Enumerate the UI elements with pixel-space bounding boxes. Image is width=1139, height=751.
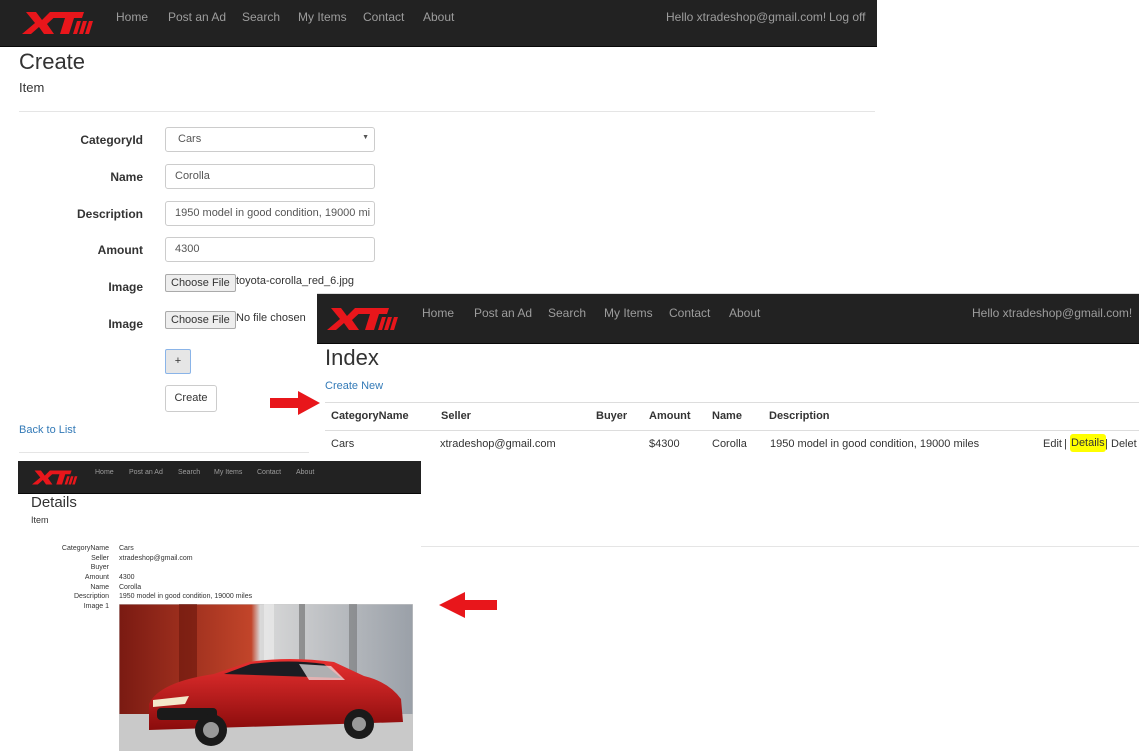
details-link[interactable]: Details [1070, 434, 1106, 452]
delete-link[interactable]: Delet [1111, 438, 1137, 450]
detail-label-description: Description [73, 593, 109, 600]
nav-about[interactable]: About [423, 10, 454, 24]
file-name-1: toyota-corolla_red_6.jpg [236, 275, 355, 287]
detail-label-category: CategoryName [61, 545, 109, 552]
choose-file-button-1[interactable]: Choose File [165, 274, 236, 292]
separator: | [1064, 438, 1067, 450]
create-subtitle: Item [19, 80, 45, 95]
choose-file-button-2[interactable]: Choose File [165, 311, 236, 329]
detail-value-name: Corolla [119, 584, 142, 591]
header-categoryname: CategoryName [331, 410, 409, 422]
nav-hello[interactable]: Hello xtradeshop@gmail.com! [666, 10, 826, 24]
chevron-down-icon: ▼ [362, 134, 369, 141]
car-photo [119, 604, 413, 751]
details-subtitle: Item [31, 515, 49, 525]
image-label-1: Image [108, 280, 143, 294]
create-submit-button[interactable]: Create [165, 385, 217, 412]
nav-my-items[interactable]: My Items [604, 306, 653, 320]
detail-label-seller: Seller [91, 555, 109, 562]
category-label: CategoryId [80, 133, 143, 147]
nav-logoff[interactable]: Log off [829, 10, 865, 24]
detail-label-buyer: Buyer [90, 564, 109, 571]
header-name: Name [712, 410, 742, 422]
file-name-2: No file chosen [236, 312, 306, 324]
create-title: Create [19, 49, 86, 74]
amount-input[interactable]: 4300 [165, 237, 375, 262]
category-selected-value: Cars [178, 133, 202, 145]
details-panel: Home Post an Ad Search My Items Contact … [18, 461, 421, 751]
description-input[interactable]: 1950 model in good condition, 19000 mi [165, 201, 375, 226]
detail-value-description: 1950 model in good condition, 19000 mile… [119, 593, 253, 600]
nav-post-ad[interactable]: Post an Ad [129, 469, 163, 476]
nav-about[interactable]: About [296, 469, 314, 476]
xt-logo[interactable] [327, 305, 399, 333]
arrow-left-icon [439, 592, 497, 618]
separator: | [1105, 438, 1108, 450]
nav-home[interactable]: Home [95, 469, 114, 476]
nav-hello[interactable]: Hello xtradeshop@gmail.com! [972, 306, 1132, 320]
amount-label: Amount [97, 243, 143, 257]
create-navbar: Home Post an Ad Search My Items Contact … [0, 0, 877, 47]
nav-contact[interactable]: Contact [363, 10, 404, 24]
create-divider [19, 111, 875, 112]
nav-post-ad[interactable]: Post an Ad [474, 306, 532, 320]
nav-contact[interactable]: Contact [257, 469, 281, 476]
detail-label-amount: Amount [84, 574, 109, 581]
header-amount: Amount [649, 410, 691, 422]
name-label: Name [110, 170, 143, 184]
detail-label-name: Name [90, 584, 109, 591]
nav-about[interactable]: About [729, 306, 760, 320]
description-label: Description [76, 207, 143, 221]
cell-name: Corolla [712, 438, 747, 450]
table-header-border [325, 430, 1139, 431]
index-navbar: Home Post an Ad Search My Items Contact … [317, 294, 1139, 344]
detail-value-category: Cars [119, 545, 134, 552]
image-label-2: Image [108, 317, 143, 331]
cell-amount: $4300 [649, 438, 680, 450]
header-description: Description [769, 410, 830, 422]
nav-search[interactable]: Search [548, 306, 586, 320]
index-panel: Home Post an Ad Search My Items Contact … [317, 293, 1139, 551]
details-navbar: Home Post an Ad Search My Items Contact … [18, 461, 421, 494]
edit-link[interactable]: Edit [1043, 438, 1062, 450]
cell-seller[interactable]: xtradeshop@gmail.com [440, 438, 556, 450]
nav-my-items[interactable]: My Items [214, 469, 242, 476]
nav-home[interactable]: Home [422, 306, 454, 320]
detail-label-image: Image 1 [83, 603, 109, 610]
arrow-right-icon [270, 391, 320, 415]
nav-contact[interactable]: Contact [669, 306, 710, 320]
detail-value-seller[interactable]: xtradeshop@gmail.com [119, 555, 193, 562]
back-to-list-link[interactable]: Back to List [19, 424, 76, 436]
nav-post-ad[interactable]: Post an Ad [168, 10, 226, 24]
category-select[interactable]: Cars ▼ [165, 127, 375, 152]
name-input[interactable]: Corolla [165, 164, 375, 189]
create-footer-divider [19, 452, 309, 453]
index-footer-divider [325, 546, 1139, 547]
cell-description: 1950 model in good condition, 19000 mile… [770, 438, 980, 450]
detail-value-amount: 4300 [119, 574, 135, 581]
create-new-link[interactable]: Create New [325, 380, 383, 392]
header-seller: Seller [441, 410, 471, 422]
xt-logo[interactable] [32, 468, 78, 487]
nav-home[interactable]: Home [116, 10, 148, 24]
cell-category: Cars [331, 438, 355, 450]
details-title: Details [31, 494, 77, 511]
index-title: Index [325, 345, 379, 370]
add-image-button[interactable]: + [165, 349, 191, 374]
table-top-border [325, 402, 1139, 403]
nav-search[interactable]: Search [242, 10, 280, 24]
header-buyer: Buyer [596, 410, 628, 422]
nav-my-items[interactable]: My Items [298, 10, 347, 24]
nav-search[interactable]: Search [178, 469, 200, 476]
xt-logo[interactable] [22, 9, 94, 37]
